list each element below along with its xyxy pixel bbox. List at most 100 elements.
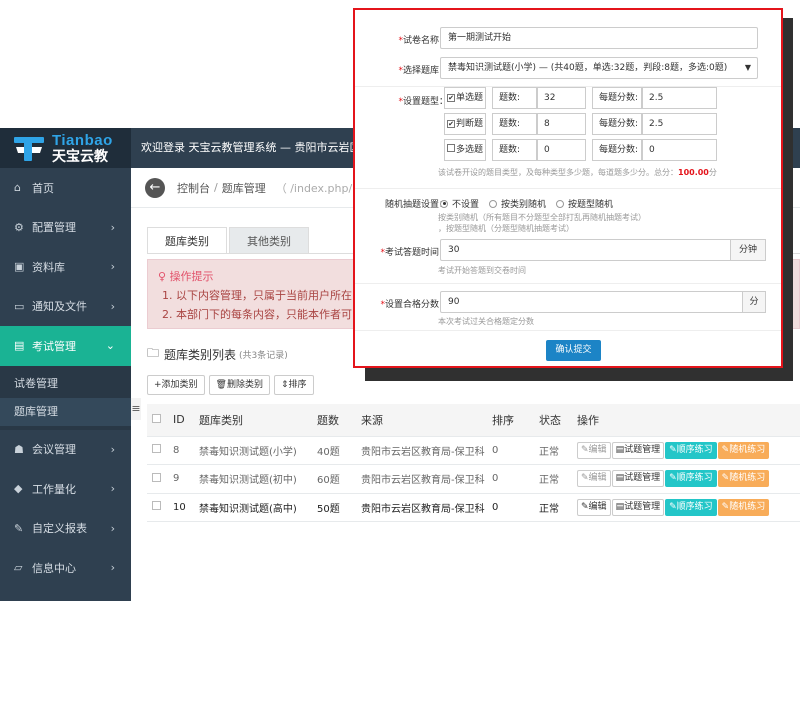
sidebar-item-label: 考试管理 xyxy=(32,339,76,353)
welcome-text: 欢迎登录 天宝云教管理系统 — 贵阳市云岩区教育 xyxy=(141,141,383,154)
sidebar-item-config[interactable]: ⚙ 配置管理 › xyxy=(0,208,131,248)
exam-time-label: *考试答题时间： xyxy=(380,248,448,258)
record-count: (共3条记录) xyxy=(239,351,288,361)
sidebar-item-reports[interactable]: ✎ 自定义报表 › xyxy=(0,509,131,549)
cell-id: 10 xyxy=(173,493,199,522)
edit-button[interactable]: ✎编辑 xyxy=(577,470,611,488)
random-practice-button[interactable]: ✎随机练习 xyxy=(717,498,770,516)
col-source: 来源 xyxy=(361,404,492,437)
sidebar-subitem-banks[interactable]: 题库管理 xyxy=(0,397,131,426)
row-checkbox[interactable] xyxy=(152,444,161,454)
sidebar-item-library[interactable]: ▣ 资料库 › xyxy=(0,247,131,287)
sort-label: 排序 xyxy=(288,380,307,390)
manage-questions-button[interactable]: ▤试题管理 xyxy=(611,498,665,516)
col-count: 题数 xyxy=(317,404,361,437)
random-practice-button[interactable]: ✎随机练习 xyxy=(717,470,770,488)
edit-button[interactable]: ✎编辑 xyxy=(577,498,611,516)
edit-label: 编辑 xyxy=(588,444,607,455)
cell-category: 禁毒知识测试题(高中) xyxy=(199,493,317,522)
sidebar-item-label: 资料库 xyxy=(32,260,65,274)
manage-questions-button[interactable]: ▤试题管理 xyxy=(611,441,665,459)
folder-open-icon: ▱ xyxy=(14,561,23,575)
paper-name-input[interactable]: 第一期测试开始 xyxy=(440,27,758,49)
radio-none[interactable]: 不设置 xyxy=(440,197,479,210)
type-row-single: ✔ 单选题 题数: 32 每题分数: 2.5 xyxy=(440,87,717,109)
breadcrumb-home[interactable]: 控制台 xyxy=(177,180,210,196)
single-count-input[interactable]: 32 xyxy=(537,87,586,109)
count-label: 题数: xyxy=(492,139,537,161)
tianbao-logo-icon xyxy=(12,133,46,163)
chevron-right-icon: › xyxy=(110,299,115,313)
bank-select[interactable]: 禁毒知识测试题(小学) — (共40题，单选:32题，判段:8题，多选:0题) … xyxy=(440,57,758,79)
sidebar-item-meetings[interactable]: ☗ 会议管理 › xyxy=(0,430,131,470)
manage-label: 试题管理 xyxy=(624,473,661,484)
sequential-practice-button[interactable]: ✎顺序练习 xyxy=(665,441,717,459)
sidebar-item-exam[interactable]: ▤ 考试管理 ⌄ xyxy=(0,326,131,366)
sequential-practice-button[interactable]: ✎顺序练习 xyxy=(665,498,717,516)
menu-toggle-icon[interactable]: ≡ xyxy=(131,398,141,420)
cube-icon: ◆ xyxy=(14,482,23,496)
sidebar-item-notices[interactable]: ▭ 通知及文件 › xyxy=(0,287,131,327)
multi-count-input[interactable]: 0 xyxy=(537,139,586,161)
pass-score-value: 90 xyxy=(448,297,460,307)
single-choice-checkbox[interactable]: ✔ 单选题 xyxy=(444,87,486,109)
cell-id: 9 xyxy=(173,464,199,494)
judge-count-input[interactable]: 8 xyxy=(537,113,586,135)
sort-button[interactable]: ⇕排序 xyxy=(274,375,314,395)
delete-category-button[interactable]: 🗑删除类别 xyxy=(208,375,270,395)
divider xyxy=(355,188,781,189)
cell-status: 正常 xyxy=(539,464,577,494)
sidebar-subitem-papers[interactable]: 试卷管理 xyxy=(0,370,131,398)
count-label: 题数: xyxy=(492,113,537,135)
radio-by-type[interactable]: 按题型随机 xyxy=(556,197,613,210)
table-row: 9 禁毒知识测试题(初中) 60题 贵阳市云岩区教育局-保卫科 0 正常 ✎编辑… xyxy=(147,464,800,494)
manage-questions-button[interactable]: ▤试题管理 xyxy=(611,470,665,488)
multi-score-input[interactable]: 0 xyxy=(642,139,717,161)
row-checkbox[interactable] xyxy=(152,472,161,482)
tab-bank-category[interactable]: 题库类别 xyxy=(147,227,227,254)
edit-icon: ✎ xyxy=(581,444,589,455)
cell-sort: 0 xyxy=(492,493,539,522)
type-name: 判断题 xyxy=(456,119,484,129)
cell-count: 40题 xyxy=(317,436,361,465)
radio-label: 按题型随机 xyxy=(568,200,614,210)
chevron-right-icon: › xyxy=(110,220,115,234)
caret-down-icon: ▼ xyxy=(744,63,751,72)
sequential-practice-button[interactable]: ✎顺序练习 xyxy=(665,470,717,488)
radio-icon xyxy=(556,199,565,208)
sequential-label: 顺序练习 xyxy=(676,473,713,484)
judge-score-input[interactable]: 2.5 xyxy=(642,113,717,135)
judge-checkbox[interactable]: ✔ 判断题 xyxy=(444,113,486,135)
edit-button[interactable]: ✎编辑 xyxy=(577,441,611,459)
multi-choice-checkbox[interactable]: 多选题 xyxy=(444,139,486,161)
folder-open-icon: 🗀 xyxy=(147,346,160,360)
book-icon: ▤ xyxy=(14,339,25,353)
add-category-button[interactable]: +添加类别 xyxy=(147,375,205,395)
sidebar-item-workload[interactable]: ◆ 工作量化 › xyxy=(0,469,131,509)
cell-sort: 0 xyxy=(492,464,539,494)
edit-label: 编辑 xyxy=(588,501,607,512)
edit-icon: ✎ xyxy=(581,501,589,512)
cell-status: 正常 xyxy=(539,436,577,465)
pass-score-input[interactable]: 90 分 xyxy=(440,291,766,313)
sidebar-item-label: 配置管理 xyxy=(32,221,76,235)
back-arrow-icon[interactable]: ← xyxy=(145,177,165,198)
document-icon: ▤ xyxy=(615,501,625,512)
random-practice-button[interactable]: ✎随机练习 xyxy=(717,441,770,459)
submit-button[interactable]: 确认提交 xyxy=(546,340,601,361)
pass-score-label: *设置合格分数： xyxy=(380,300,448,310)
file-icon: ▣ xyxy=(14,260,25,274)
sidebar-item-home[interactable]: ⌂ 首页 xyxy=(0,168,131,208)
single-score-input[interactable]: 2.5 xyxy=(642,87,717,109)
random-help-2: ，按题型随机（分题型随机抽题考试） xyxy=(438,224,574,233)
select-all-checkbox[interactable] xyxy=(152,414,161,424)
radio-by-category[interactable]: 按类别随机 xyxy=(489,197,546,210)
tab-other-category[interactable]: 其他类别 xyxy=(229,227,309,254)
users-icon: ☗ xyxy=(14,442,24,456)
sidebar-item-info[interactable]: ▱ 信息中心 › xyxy=(0,548,131,588)
sequential-label: 顺序练习 xyxy=(676,444,713,455)
check-icon: ✔ xyxy=(447,120,455,128)
brand[interactable]: Tianbao 天宝云教 xyxy=(0,128,131,168)
row-checkbox[interactable] xyxy=(152,501,161,511)
exam-time-input[interactable]: 30 分钟 xyxy=(440,239,766,261)
